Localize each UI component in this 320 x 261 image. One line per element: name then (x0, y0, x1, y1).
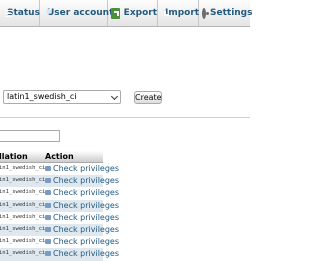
check-privileges-icon[interactable] (45, 226, 51, 232)
row-collation: in1_swedish_ci (0, 177, 46, 184)
create-database-button[interactable]: Create (134, 91, 162, 104)
table-row: in1_swedish_ci Check privileges (0, 223, 119, 237)
tab-import[interactable]: Import (158, 0, 199, 26)
check-privileges-link[interactable]: Check privileges (53, 201, 119, 211)
settings-icon (202, 7, 209, 19)
export-icon (111, 7, 120, 19)
check-privileges-icon[interactable] (45, 166, 51, 171)
check-privileges-icon[interactable] (45, 239, 51, 245)
tab-export[interactable]: Export (108, 0, 158, 26)
tab-settings[interactable]: Settings (199, 0, 253, 26)
check-privileges-link[interactable]: Check privileges (53, 176, 119, 186)
check-privileges-icon[interactable] (45, 251, 51, 257)
table-row: in1_swedish_ci Check privileges (0, 236, 119, 249)
table-row: in1_swedish_ci Check privileges (0, 175, 119, 188)
check-privileges-icon[interactable] (45, 178, 51, 184)
check-privileges-link[interactable]: Check privileges (53, 249, 119, 259)
header-collation[interactable]: llation (0, 152, 28, 161)
tab-user-accounts[interactable]: User accounts (40, 0, 119, 26)
table-row: in1_swedish_ci Check privileges (0, 211, 119, 224)
tab-settings-label: Settings (210, 8, 253, 18)
database-table: llation Action in1_swedish_ci Check privi… (0, 151, 119, 261)
check-privileges-icon[interactable] (45, 214, 51, 220)
row-collation: in1_swedish_ci (0, 238, 46, 245)
check-privileges-link[interactable]: Check privileges (53, 164, 119, 174)
check-privileges-icon[interactable] (45, 202, 51, 208)
tab-status[interactable]: Status (0, 0, 40, 26)
row-collation: in1_swedish_ci (0, 213, 46, 220)
table-header: llation Action (0, 151, 103, 163)
check-privileges-link[interactable]: Check privileges (53, 237, 119, 247)
check-privileges-link[interactable]: Check privileges (53, 225, 119, 235)
collation-select[interactable]: latin1_swedish_ci (3, 90, 121, 104)
row-collation: in1_swedish_ci (0, 165, 46, 171)
table-row: in1_swedish_ci Check privileges (0, 199, 119, 212)
row-collation: in1_swedish_ci (0, 225, 46, 232)
check-privileges-link[interactable]: Check privileges (53, 188, 119, 198)
check-privileges-link[interactable]: Check privileges (53, 213, 119, 223)
header-action: Action (45, 152, 74, 161)
tab-export-label: Export (123, 8, 157, 18)
filter-input[interactable] (0, 130, 60, 142)
collation-select-value: latin1_swedish_ci (7, 92, 77, 101)
top-tab-bar: Status User accounts Export Import Setti… (0, 0, 253, 27)
table-row: in1_swedish_ci Check privileges (0, 248, 119, 261)
chevron-down-icon (110, 92, 119, 101)
table-row: in1_swedish_ci Check privileges (0, 163, 119, 176)
tab-import-label: Import (165, 8, 200, 18)
row-collation: in1_swedish_ci (0, 250, 46, 257)
table-row: in1_swedish_ci Check privileges (0, 187, 119, 200)
row-collation: in1_swedish_ci (0, 201, 46, 208)
row-collation: in1_swedish_ci (0, 189, 46, 196)
check-privileges-icon[interactable] (45, 190, 51, 196)
section-divider (0, 117, 250, 118)
